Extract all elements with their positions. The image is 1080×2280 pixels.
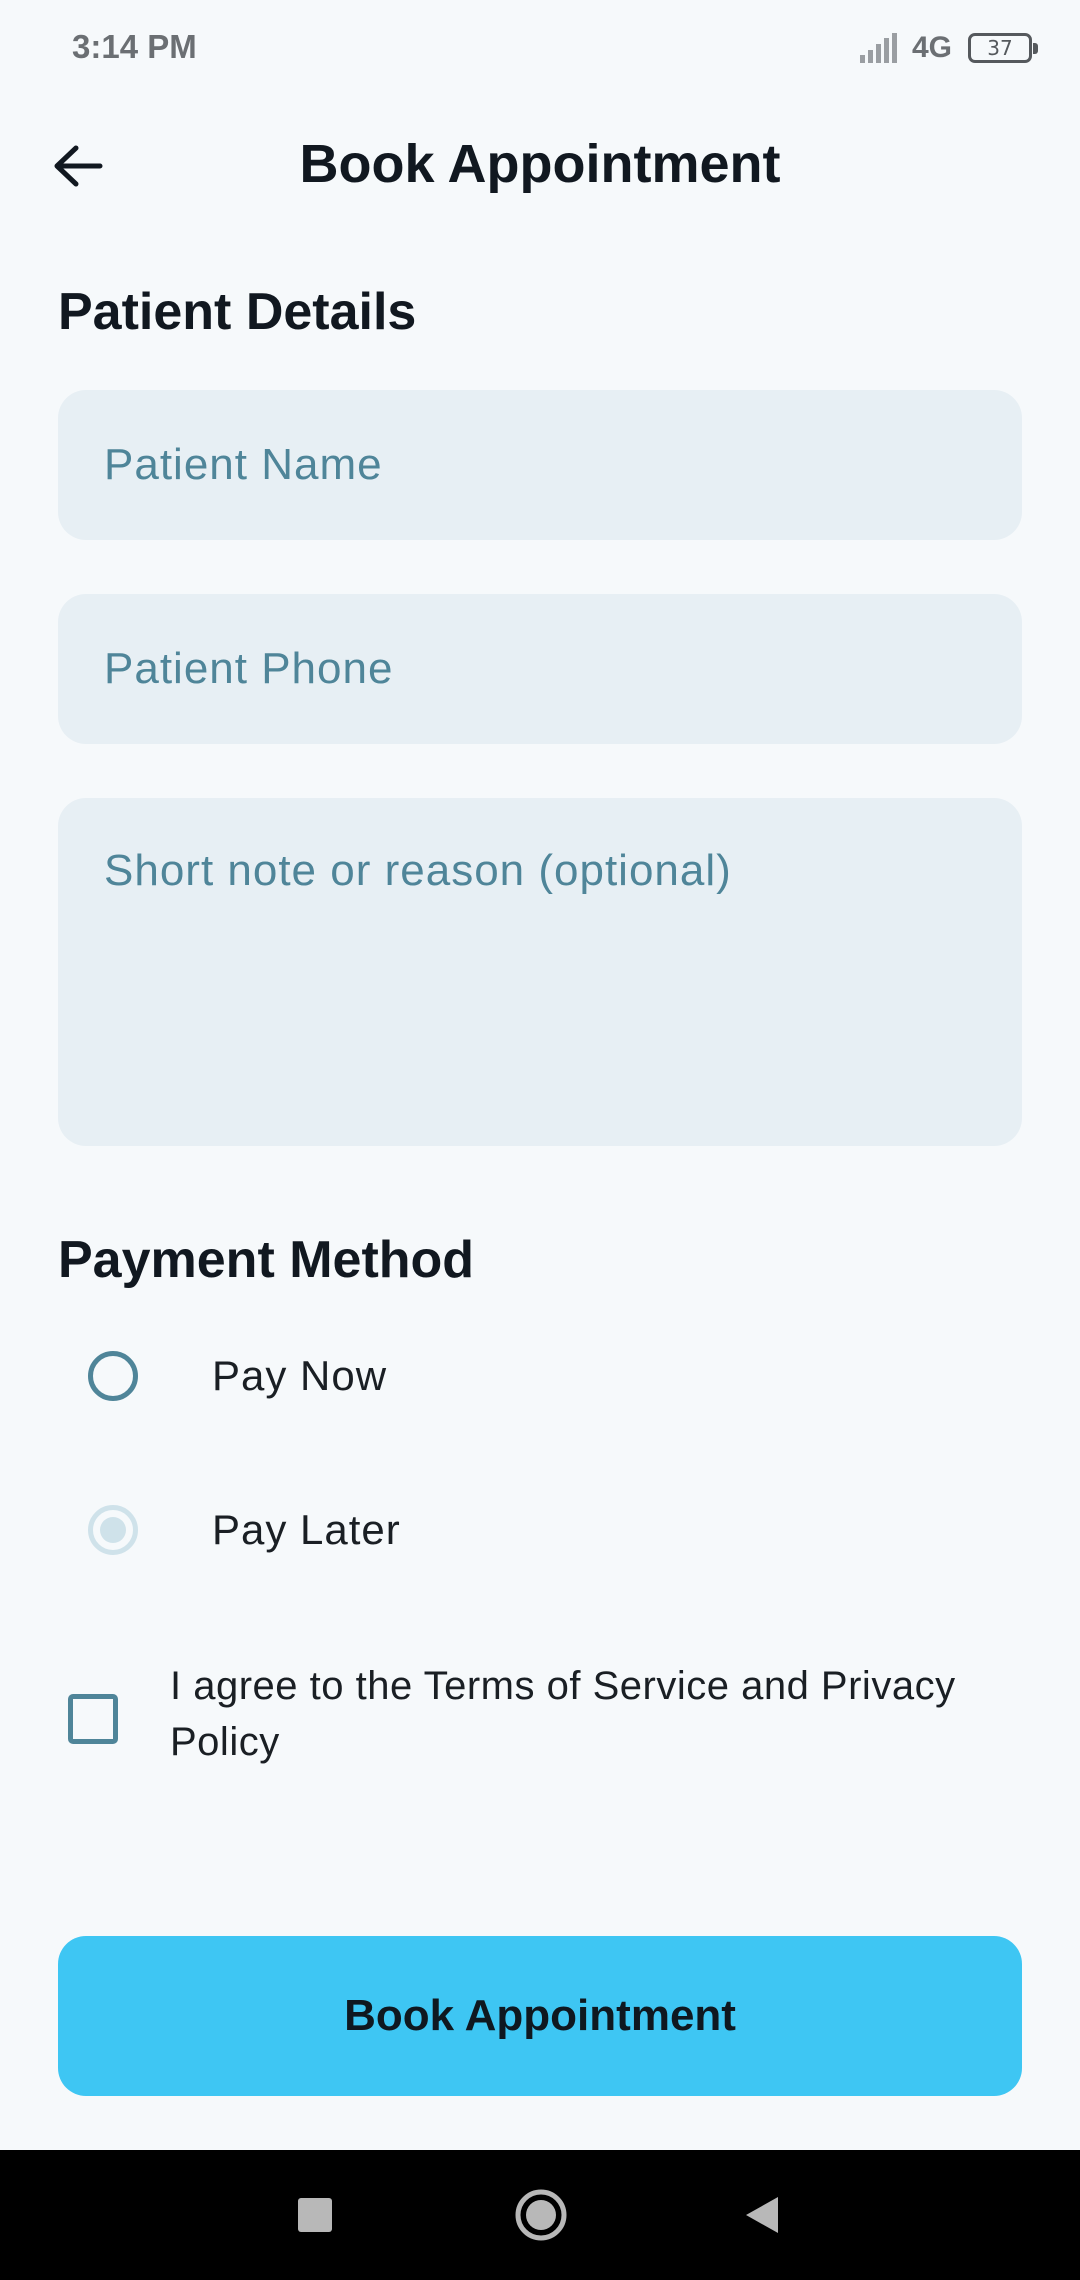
- pay-now-radio[interactable]: [88, 1351, 138, 1401]
- status-time: 3:14 PM: [72, 28, 197, 65]
- pay-now-option[interactable]: Pay Now: [58, 1316, 1022, 1436]
- battery-level: 37: [987, 36, 1013, 60]
- pay-now-label: Pay Now: [212, 1352, 388, 1399]
- pay-later-option[interactable]: Pay Later: [58, 1470, 1022, 1590]
- terms-agreement-row[interactable]: I agree to the Terms of Service and Priv…: [58, 1658, 1022, 1770]
- recents-button[interactable]: [280, 2180, 350, 2250]
- home-button[interactable]: [506, 2180, 576, 2250]
- signal-strength-icon: [859, 33, 897, 63]
- system-back-button[interactable]: [727, 2180, 797, 2250]
- system-navigation-bar: [0, 2150, 1080, 2280]
- terms-checkbox[interactable]: [68, 1694, 118, 1744]
- pay-later-label: Pay Later: [212, 1506, 401, 1553]
- patient-name-input[interactable]: [58, 390, 1022, 540]
- radio-selected-dot: [100, 1517, 126, 1543]
- recents-square-icon: [298, 2198, 332, 2232]
- status-indicators: 4G 37: [858, 26, 1038, 70]
- patient-details-heading: Patient Details: [58, 283, 417, 341]
- terms-label: I agree to the Terms of Service and Priv…: [170, 1664, 956, 1764]
- back-triangle-icon: [746, 2197, 778, 2233]
- pay-later-radio[interactable]: [88, 1505, 138, 1555]
- book-appointment-screen: 3:14 PM 4G 37 Book Appointment Patient D…: [0, 0, 1080, 2280]
- page-title: Book Appointment: [299, 134, 781, 194]
- patient-phone-input[interactable]: [58, 594, 1022, 744]
- book-appointment-button[interactable]: Book Appointment: [58, 1936, 1022, 2096]
- status-bar: 3:14 PM 4G 37: [0, 0, 1080, 96]
- payment-method-heading: Payment Method: [58, 1231, 475, 1289]
- home-circle-icon: [515, 2189, 567, 2241]
- battery-icon: 37: [968, 33, 1038, 63]
- note-textarea[interactable]: [58, 798, 1022, 1146]
- network-type-label: 4G: [911, 31, 952, 64]
